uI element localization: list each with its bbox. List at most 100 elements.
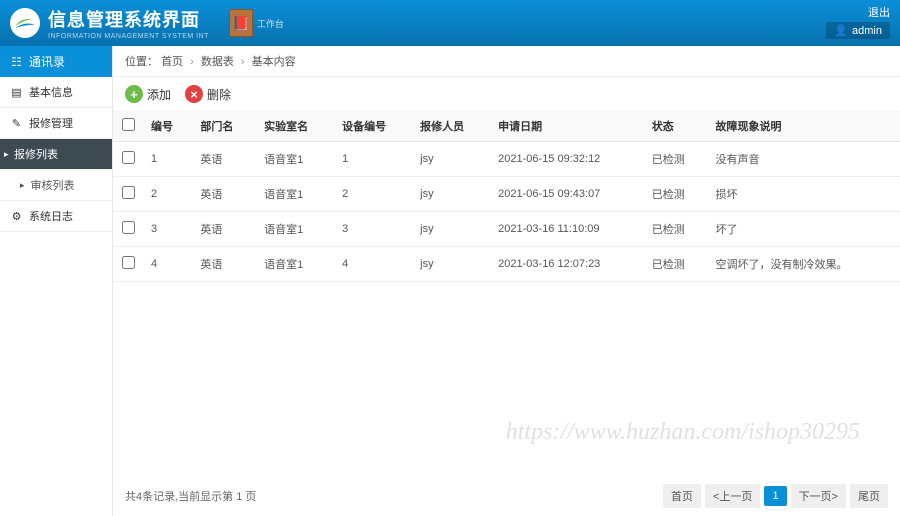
- sidebar-item-system-log[interactable]: ⚙ 系统日志: [0, 201, 112, 232]
- breadcrumb-part[interactable]: 数据表: [201, 56, 234, 68]
- page-current[interactable]: 1: [764, 486, 786, 506]
- row-checkbox[interactable]: [122, 256, 135, 269]
- app-header: 信息管理系统界面 INFORMATION MANAGEMENT SYSTEM I…: [0, 0, 900, 46]
- delete-button[interactable]: × 删除: [185, 85, 231, 103]
- doc-icon: ▤: [10, 86, 23, 99]
- table-row[interactable]: 3英语语音室13jsy2021-03-16 11:10:09已检测坏了: [113, 212, 900, 247]
- cell-dept: 英语: [192, 212, 256, 247]
- workbench-label: 工作台: [257, 17, 284, 30]
- sidebar-item-repair-list[interactable]: 报修列表: [0, 139, 112, 170]
- record-info: 共4条记录,当前显示第 1 页: [125, 488, 256, 504]
- col-date[interactable]: 申请日期: [490, 111, 644, 142]
- app-subtitle: INFORMATION MANAGEMENT SYSTEM INT: [48, 33, 209, 40]
- cell-status: 已检测: [644, 247, 708, 282]
- cell-lab: 语音室1: [256, 142, 334, 177]
- breadcrumb: 位置： 首页 › 数据表 › 基本内容: [113, 46, 900, 77]
- cell-id: 4: [143, 247, 192, 282]
- col-dept[interactable]: 部门名: [192, 111, 256, 142]
- sidebar-item-basic-info[interactable]: ▤ 基本信息: [0, 77, 112, 108]
- select-all-checkbox[interactable]: [122, 118, 135, 131]
- breadcrumb-sep: ›: [190, 56, 194, 68]
- cell-person: jsy: [412, 247, 490, 282]
- breadcrumb-prefix: 位置：: [125, 56, 158, 68]
- table-footer: 共4条记录,当前显示第 1 页 首页 <上一页 1 下一页> 尾页: [113, 476, 900, 516]
- cell-desc: 空调坏了，没有制冷效果。: [708, 247, 900, 282]
- col-dev[interactable]: 设备编号: [334, 111, 412, 142]
- pagination: 首页 <上一页 1 下一页> 尾页: [663, 484, 888, 508]
- app-title: 信息管理系统界面: [48, 6, 209, 32]
- cell-date: 2021-03-16 11:10:09: [490, 212, 644, 247]
- cell-desc: 坏了: [708, 212, 900, 247]
- add-label: 添加: [147, 86, 171, 103]
- plus-icon: +: [125, 85, 143, 103]
- sidebar-item-label: 报修管理: [29, 115, 73, 131]
- cell-person: jsy: [412, 212, 490, 247]
- cell-date: 2021-06-15 09:43:07: [490, 177, 644, 212]
- cell-dept: 英语: [192, 142, 256, 177]
- cell-status: 已检测: [644, 142, 708, 177]
- data-table: 编号 部门名 实验室名 设备编号 报修人员 申请日期 状态 故障现象说明 1英语…: [113, 111, 900, 282]
- breadcrumb-sep: ›: [241, 56, 245, 68]
- page-last[interactable]: 尾页: [850, 484, 888, 508]
- row-checkbox[interactable]: [122, 221, 135, 234]
- table-row[interactable]: 4英语语音室14jsy2021-03-16 12:07:23已检测空调坏了，没有…: [113, 247, 900, 282]
- chevron-right-icon: ▸: [20, 180, 25, 191]
- sidebar-item-review-list[interactable]: ▸ 审核列表: [0, 170, 112, 201]
- cell-dept: 英语: [192, 177, 256, 212]
- cell-dev: 2: [334, 177, 412, 212]
- col-status[interactable]: 状态: [644, 111, 708, 142]
- cell-dev: 3: [334, 212, 412, 247]
- cell-desc: 没有声音: [708, 142, 900, 177]
- sidebar-item-label: 审核列表: [31, 177, 75, 193]
- logout-link[interactable]: 退出: [826, 4, 890, 20]
- cell-lab: 语音室1: [256, 177, 334, 212]
- user-name: admin: [852, 25, 882, 37]
- col-desc[interactable]: 故障现象说明: [708, 111, 900, 142]
- sidebar: ☷ 通讯录 ▤ 基本信息 ✎ 报修管理 报修列表 ▸ 审核列表 ⚙ 系统日志: [0, 46, 113, 516]
- cell-date: 2021-03-16 12:07:23: [490, 247, 644, 282]
- col-person[interactable]: 报修人员: [412, 111, 490, 142]
- breadcrumb-part[interactable]: 首页: [161, 56, 183, 68]
- x-icon: ×: [185, 85, 203, 103]
- cell-person: jsy: [412, 177, 490, 212]
- table-row[interactable]: 1英语语音室11jsy2021-06-15 09:32:12已检测没有声音: [113, 142, 900, 177]
- sidebar-item-repair-mgmt[interactable]: ✎ 报修管理: [0, 108, 112, 139]
- toolbar: + 添加 × 删除: [113, 77, 900, 111]
- page-prev[interactable]: <上一页: [705, 484, 760, 508]
- cell-person: jsy: [412, 142, 490, 177]
- cell-lab: 语音室1: [256, 212, 334, 247]
- gear-icon: ⚙: [10, 210, 23, 223]
- delete-label: 删除: [207, 86, 231, 103]
- cell-dev: 4: [334, 247, 412, 282]
- workbench-icon[interactable]: 📕: [229, 9, 253, 37]
- cell-status: 已检测: [644, 177, 708, 212]
- table-header-row: 编号 部门名 实验室名 设备编号 报修人员 申请日期 状态 故障现象说明: [113, 111, 900, 142]
- user-icon: 👤: [834, 24, 848, 37]
- breadcrumb-part: 基本内容: [252, 56, 296, 68]
- sidebar-header-label: 通讯录: [29, 53, 65, 70]
- sidebar-item-label: 报修列表: [14, 146, 58, 162]
- user-badge[interactable]: 👤 admin: [826, 22, 890, 39]
- cell-dev: 1: [334, 142, 412, 177]
- cell-dept: 英语: [192, 247, 256, 282]
- edit-icon: ✎: [10, 117, 23, 130]
- cell-id: 1: [143, 142, 192, 177]
- col-id[interactable]: 编号: [143, 111, 192, 142]
- app-logo: [10, 8, 40, 38]
- sidebar-header[interactable]: ☷ 通讯录: [0, 46, 112, 77]
- row-checkbox[interactable]: [122, 151, 135, 164]
- table-row[interactable]: 2英语语音室12jsy2021-06-15 09:43:07已检测损坏: [113, 177, 900, 212]
- cell-date: 2021-06-15 09:32:12: [490, 142, 644, 177]
- row-checkbox[interactable]: [122, 186, 135, 199]
- cell-lab: 语音室1: [256, 247, 334, 282]
- sidebar-item-label: 基本信息: [29, 84, 73, 100]
- cell-desc: 损坏: [708, 177, 900, 212]
- page-next[interactable]: 下一页>: [791, 484, 846, 508]
- col-lab[interactable]: 实验室名: [256, 111, 334, 142]
- add-button[interactable]: + 添加: [125, 85, 171, 103]
- cell-status: 已检测: [644, 212, 708, 247]
- content-area: 位置： 首页 › 数据表 › 基本内容 + 添加 × 删除 编号: [113, 46, 900, 516]
- sidebar-item-label: 系统日志: [29, 208, 73, 224]
- cell-id: 3: [143, 212, 192, 247]
- page-first[interactable]: 首页: [663, 484, 701, 508]
